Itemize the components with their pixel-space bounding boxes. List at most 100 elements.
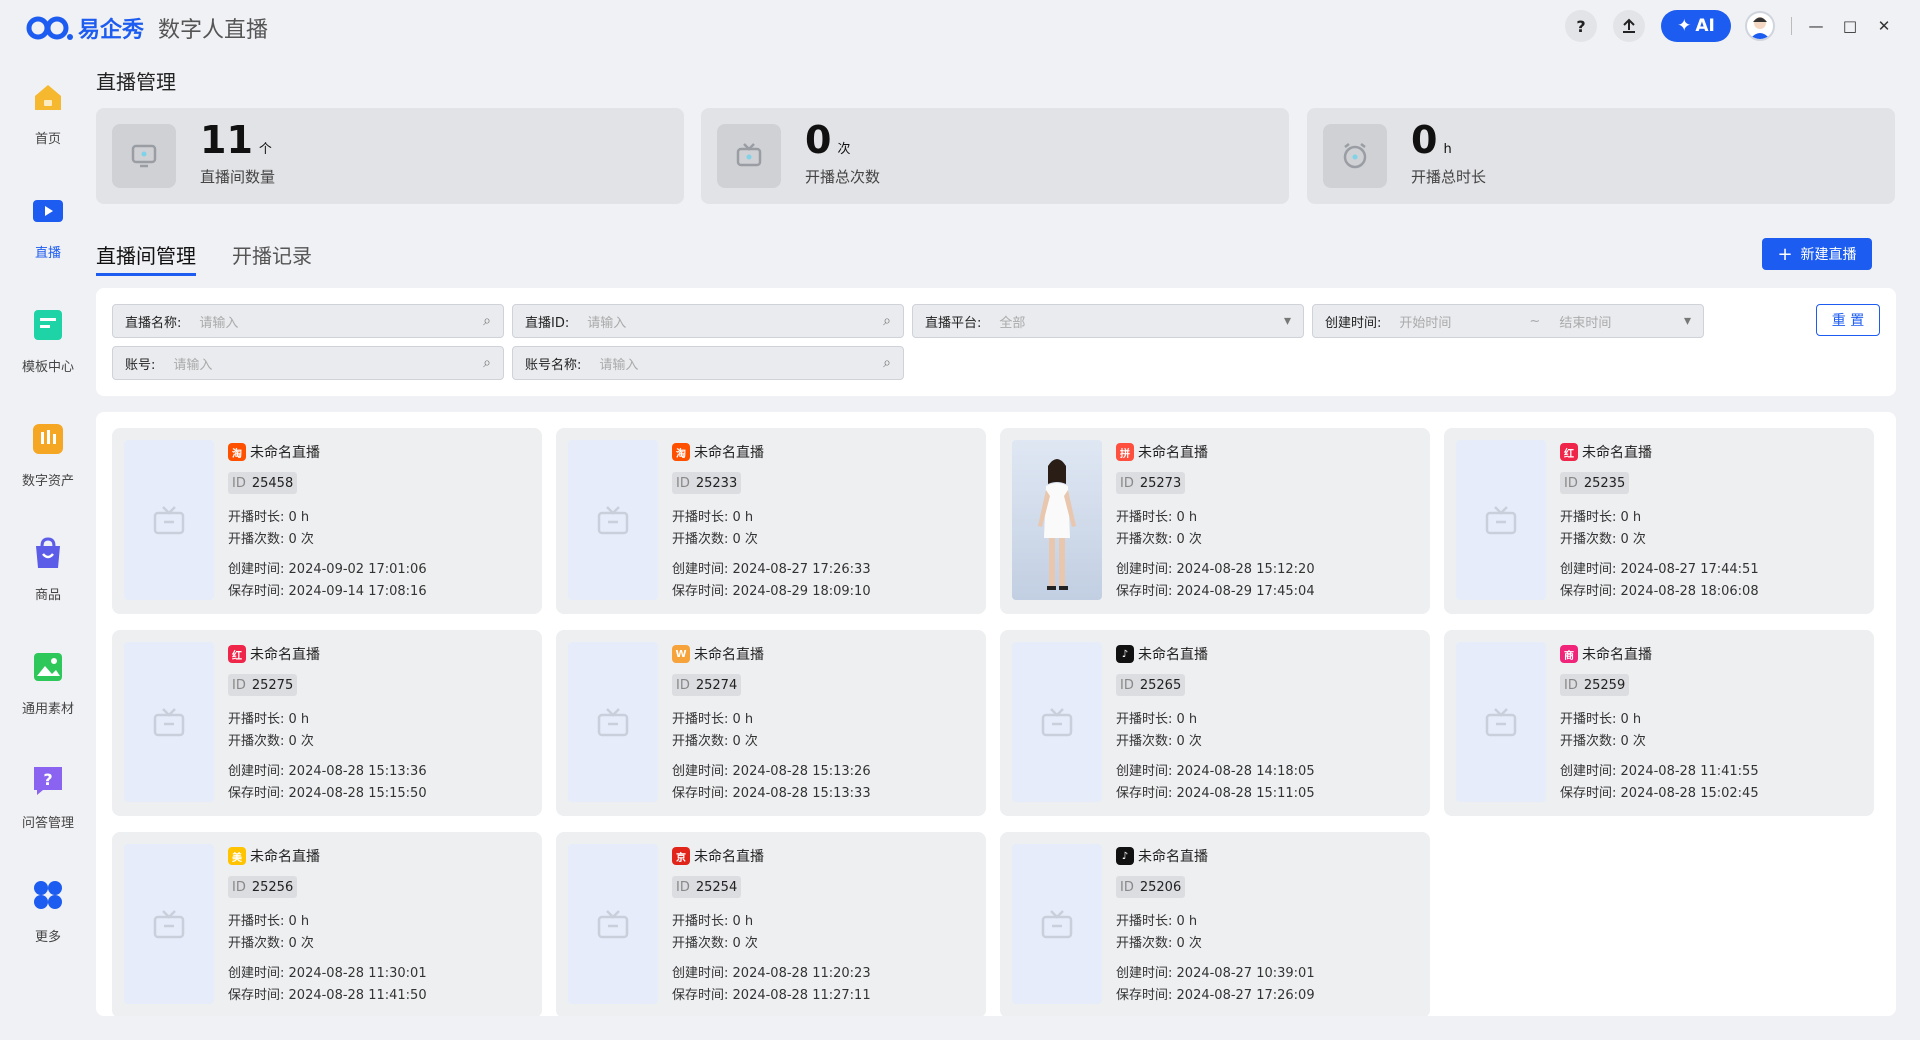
help-button[interactable]: ?: [1565, 10, 1597, 42]
xiaohongshu-icon: 红: [1560, 443, 1578, 461]
card-title: 拼未命名直播: [1116, 442, 1208, 462]
taobao-icon: 淘: [672, 443, 690, 461]
maximize-button[interactable]: □: [1840, 16, 1860, 36]
live-icon: [31, 194, 65, 228]
ai-button[interactable]: ✦ AI: [1661, 10, 1731, 42]
created-value: 2024-08-27 17:44:51: [1620, 562, 1759, 577]
card-title: 美未命名直播: [228, 846, 320, 866]
close-button[interactable]: ✕: [1874, 16, 1894, 36]
sidebar-item-0[interactable]: 首页: [0, 70, 96, 184]
id-label: ID: [232, 677, 246, 693]
sidebar-item-5[interactable]: 通用素材: [0, 640, 96, 754]
end-time-input[interactable]: 结束时间: [1559, 312, 1684, 331]
live-room-card[interactable]: 美未命名直播 ID 25256 开播时长: 0 h 开播次数: 0 次创建时间: 202…: [112, 832, 542, 1016]
live-id-filter[interactable]: 直播ID: 请输入 ⌕: [512, 304, 904, 338]
sidebar-item-4[interactable]: 商品: [0, 526, 96, 640]
duration-value: 0 h: [1620, 510, 1642, 525]
card-id-badge: ID 25233: [672, 472, 742, 494]
created-value: 2024-08-27 10:39:01: [1176, 966, 1315, 981]
avatar[interactable]: [1745, 11, 1775, 41]
sidebar-item-3[interactable]: 数字资产: [0, 412, 96, 526]
search-icon[interactable]: ⌕: [883, 355, 891, 371]
douyin-mall-icon: 商: [1560, 645, 1578, 663]
card-id-badge: ID 25274: [672, 674, 742, 696]
saved-label: 保存时间:: [228, 988, 285, 1003]
tab-broadcast-records[interactable]: 开播记录: [232, 240, 312, 276]
id-label: ID: [676, 677, 690, 693]
maximize-icon: □: [1842, 17, 1858, 35]
sidebar-item-2[interactable]: 模板中心: [0, 298, 96, 412]
card-id-badge: ID 25256: [228, 876, 298, 898]
live-room-card[interactable]: 京未命名直播 ID 25254 开播时长: 0 h 开播次数: 0 次创建时间: 202…: [556, 832, 986, 1016]
start-time-input[interactable]: 开始时间: [1399, 312, 1529, 331]
card-duration: 开播时长: 0 h: [1560, 506, 1641, 525]
card-title: 商未命名直播: [1560, 644, 1652, 664]
card-created: 创建时间: 2024-08-28 11:30:01: [228, 962, 427, 981]
minimize-button[interactable]: —: [1806, 16, 1826, 36]
sidebar-item-label: 更多: [34, 930, 61, 945]
live-room-card[interactable]: W 未命名直播 ID 25274 开播时长: 0 h 开播次数: 0 次创建时间: 202…: [556, 630, 986, 816]
account-name-filter[interactable]: 账号名称: 请输入 ⌕: [512, 346, 904, 380]
card-count: 开播次数: 0 次: [1116, 730, 1202, 749]
tv-placeholder-icon: [1456, 642, 1546, 802]
created-time-range[interactable]: 创建时间: 开始时间 ~ 结束时间 ▾: [1312, 304, 1704, 338]
field-label: 直播ID:: [525, 315, 570, 331]
live-room-card[interactable]: 红未命名直播 ID 25275 开播时长: 0 h 开播次数: 0 次创建时间: 202…: [112, 630, 542, 816]
live-room-card[interactable]: 拼未命名直播 ID 25273 开播时长: 0 h 开播次数: 0 次创建时间: 202…: [1000, 428, 1430, 614]
sidebar-item-1[interactable]: 直播: [0, 184, 96, 298]
search-icon[interactable]: ⌕: [483, 313, 491, 329]
ai-label: AI: [1695, 16, 1715, 36]
douyin-icon: ♪: [1116, 645, 1134, 663]
question-icon: ?: [1576, 16, 1586, 36]
asset-icon: [31, 422, 65, 456]
stat-room-count: 11 个 直播间数量: [96, 108, 684, 204]
account-filter[interactable]: 账号: 请输入 ⌕: [112, 346, 504, 380]
duration-value: 0 h: [288, 712, 310, 727]
created-value: 2024-08-28 15:13:36: [288, 764, 427, 779]
live-room-card[interactable]: ♪ 未命名直播 ID 25206 开播时长: 0 h 开播次数: 0 次创建时间: 202…: [1000, 832, 1430, 1016]
card-duration: 开播时长: 0 h: [228, 708, 309, 727]
stat-label: 开播总时长: [1411, 168, 1487, 186]
new-live-button[interactable]: + 新建直播: [1762, 238, 1872, 270]
created-value: 2024-08-27 17:26:33: [732, 562, 871, 577]
reset-button[interactable]: 重 置: [1816, 304, 1880, 336]
saved-label: 保存时间:: [1116, 988, 1173, 1003]
xiaohongshu-icon: 红: [228, 645, 246, 663]
tab-room-management[interactable]: 直播间管理: [96, 240, 196, 276]
duration-label: 开播时长:: [228, 712, 285, 727]
live-id-input[interactable]: 请输入: [587, 312, 883, 331]
live-room-card[interactable]: 淘未命名直播 ID 25458 开播时长: 0 h 开播次数: 0 次创建时间: 202…: [112, 428, 542, 614]
duration-value: 0 h: [1620, 712, 1642, 727]
live-room-card[interactable]: ♪ 未命名直播 ID 25265 开播时长: 0 h 开播次数: 0 次创建时间: 202…: [1000, 630, 1430, 816]
account-input[interactable]: 请输入: [173, 354, 483, 373]
live-room-card[interactable]: 商未命名直播 ID 25259 开播时长: 0 h 开播次数: 0 次创建时间: 202…: [1444, 630, 1874, 816]
sidebar-item-label: 模板中心: [21, 360, 74, 375]
live-room-card[interactable]: 淘未命名直播 ID 25233 开播时长: 0 h 开播次数: 0 次创建时间: 202…: [556, 428, 986, 614]
card-count: 开播次数: 0 次: [1560, 528, 1646, 547]
card-id: 25273: [1139, 475, 1182, 491]
id-label: ID: [232, 879, 246, 895]
stat-unit: h: [1443, 142, 1452, 157]
created-label: 创建时间:: [228, 562, 285, 577]
pinduoduo-icon: 拼: [1116, 443, 1134, 461]
card-saved: 保存时间: 2024-08-28 15:11:05: [1116, 782, 1315, 801]
live-name-input[interactable]: 请输入: [199, 312, 483, 331]
live-room-card[interactable]: 红未命名直播 ID 25235 开播时长: 0 h 开播次数: 0 次创建时间: 202…: [1444, 428, 1874, 614]
sidebar-item-7[interactable]: 更多: [0, 868, 96, 982]
svg-text:?: ?: [43, 770, 52, 789]
upload-button[interactable]: [1613, 10, 1645, 42]
card-title: ♪ 未命名直播: [1116, 846, 1208, 866]
upload-icon: [1623, 18, 1635, 33]
account-name-input[interactable]: 请输入: [599, 354, 883, 373]
sidebar-item-label: 问答管理: [21, 816, 74, 831]
live-name-filter[interactable]: 直播名称: 请输入 ⌕: [112, 304, 504, 338]
duration-label: 开播时长:: [672, 712, 729, 727]
search-icon[interactable]: ⌕: [883, 313, 891, 329]
sidebar-item-6[interactable]: ? 问答管理: [0, 754, 96, 868]
platform-select[interactable]: 直播平台: 全部 ▾: [912, 304, 1304, 338]
field-label: 直播平台:: [925, 315, 982, 331]
search-icon[interactable]: ⌕: [483, 355, 491, 371]
tv-placeholder-icon: [568, 642, 658, 802]
minimize-icon: —: [1808, 17, 1824, 35]
duration-value: 0 h: [1176, 914, 1198, 929]
